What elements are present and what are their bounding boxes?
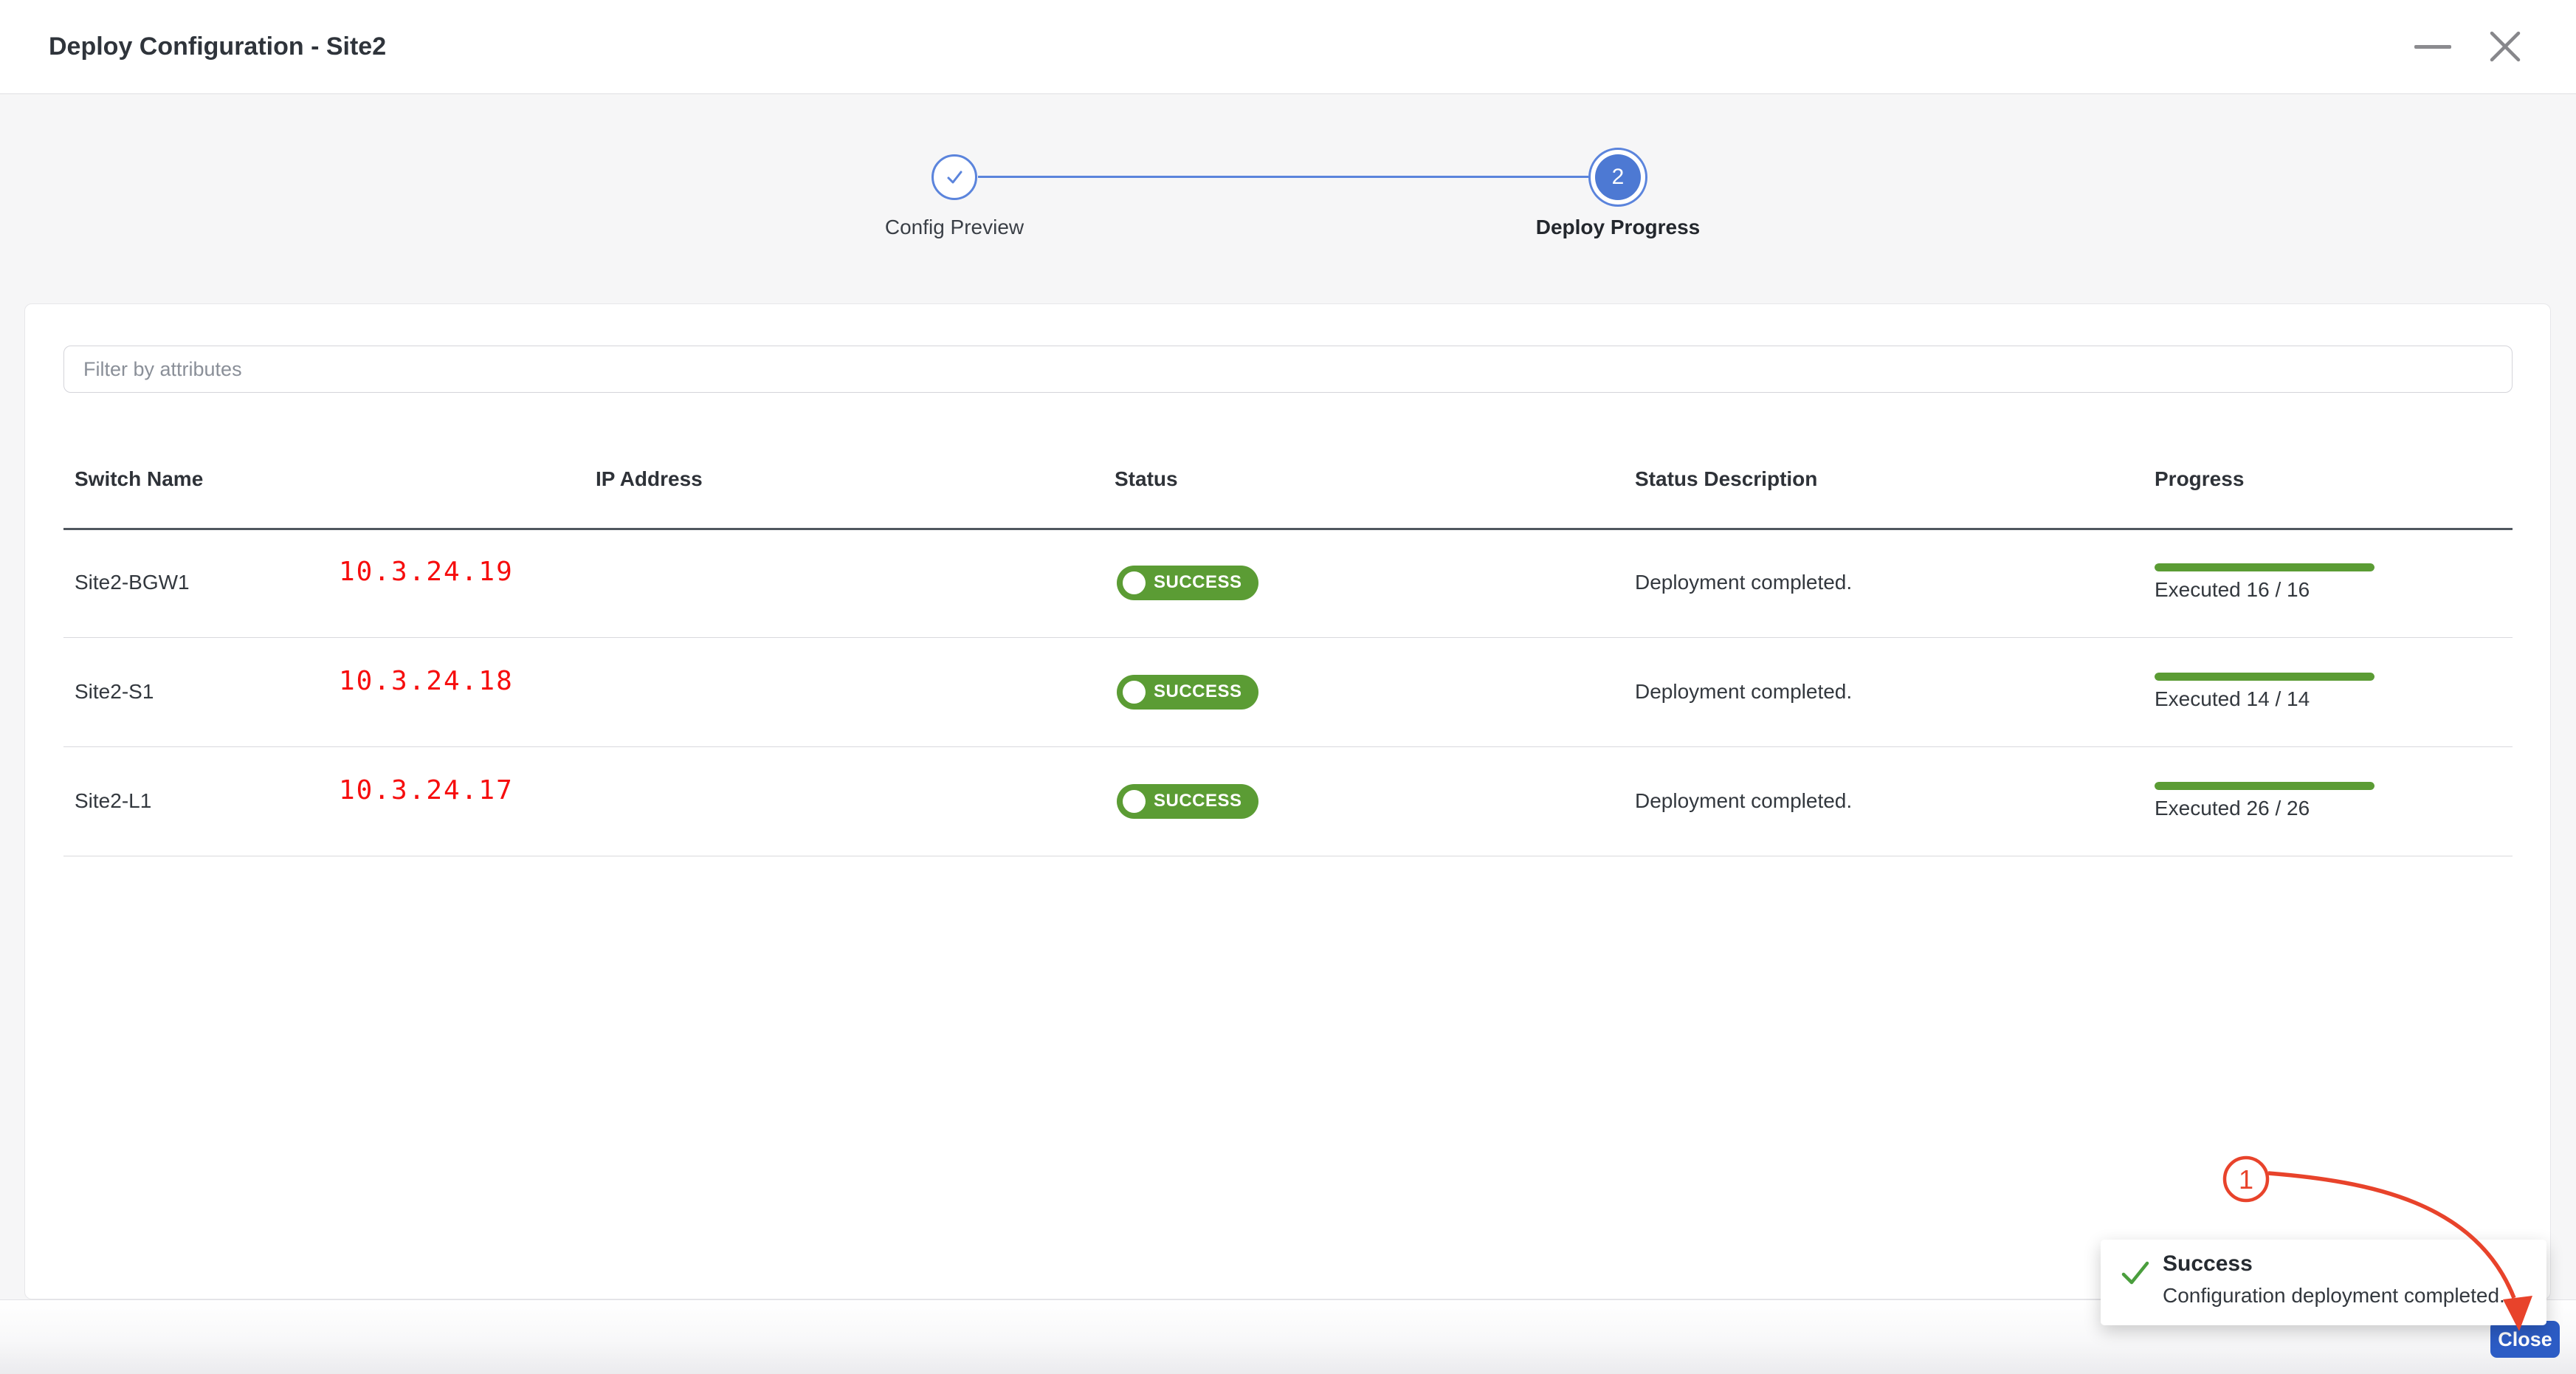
status-badge: SUCCESS bbox=[1117, 784, 1258, 819]
column-header-ip-address: IP Address bbox=[596, 430, 703, 528]
close-button[interactable]: Close bbox=[2490, 1321, 2560, 1358]
table-header-row: Switch Name IP Address Status Status Des… bbox=[25, 430, 2550, 528]
filter-input[interactable] bbox=[63, 346, 2513, 393]
ip-address-cell: 10.3.24.18 bbox=[339, 626, 514, 735]
step-number-badge: 2 bbox=[1595, 154, 1641, 200]
progress-bar bbox=[2155, 782, 2374, 790]
close-icon bbox=[2486, 27, 2524, 66]
check-icon bbox=[941, 164, 968, 190]
switch-name-cell: Site2-L1 bbox=[75, 746, 151, 856]
table-row: Site2-S1 10.3.24.18 SUCCESS Deployment c… bbox=[25, 637, 2550, 746]
progress-cell: Executed 26 / 26 bbox=[2155, 746, 2374, 856]
progress-label: Executed 14 / 14 bbox=[2155, 687, 2310, 711]
status-cell: SUCCESS bbox=[1117, 637, 1258, 746]
step-config-preview[interactable] bbox=[931, 154, 977, 200]
table-row: Site2-BGW1 10.3.24.19 SUCCESS Deployment… bbox=[25, 528, 2550, 637]
window-controls bbox=[2414, 0, 2524, 93]
success-toast[interactable]: Success Configuration deployment complet… bbox=[2101, 1240, 2546, 1325]
ip-address-cell: 10.3.24.17 bbox=[339, 735, 514, 845]
progress-cell: Executed 14 / 14 bbox=[2155, 637, 2374, 746]
toast-message: Configuration deployment completed. bbox=[2163, 1284, 2505, 1308]
page-title: Deploy Configuration - Site2 bbox=[49, 0, 386, 93]
stepper-connector bbox=[978, 176, 1588, 178]
status-description-cell: Deployment completed. bbox=[1635, 637, 1852, 746]
status-cell: SUCCESS bbox=[1117, 528, 1258, 637]
step-deploy-progress[interactable]: 2 bbox=[1588, 148, 1647, 207]
progress-label: Executed 16 / 16 bbox=[2155, 578, 2310, 602]
progress-cell: Executed 16 / 16 bbox=[2155, 528, 2374, 637]
column-header-switch-name: Switch Name bbox=[75, 430, 203, 528]
dialog-titlebar: Deploy Configuration - Site2 bbox=[0, 0, 2576, 95]
column-header-progress: Progress bbox=[2155, 430, 2244, 528]
status-dot-icon bbox=[1123, 790, 1146, 813]
status-badge: SUCCESS bbox=[1117, 675, 1258, 710]
column-header-status-description: Status Description bbox=[1635, 430, 1817, 528]
status-dot-icon bbox=[1123, 681, 1146, 704]
ip-address-cell: 10.3.24.19 bbox=[339, 517, 514, 626]
table-row: Site2-L1 10.3.24.17 SUCCESS Deployment c… bbox=[25, 746, 2550, 856]
progress-bar bbox=[2155, 673, 2374, 681]
status-description-cell: Deployment completed. bbox=[1635, 746, 1852, 856]
deploy-progress-card: Switch Name IP Address Status Status Des… bbox=[24, 303, 2551, 1299]
status-dot-icon bbox=[1123, 571, 1146, 594]
minimize-button[interactable] bbox=[2414, 27, 2452, 66]
step-label-config-preview: Config Preview bbox=[799, 216, 1109, 239]
minimize-icon bbox=[2414, 45, 2451, 49]
status-badge: SUCCESS bbox=[1117, 566, 1258, 600]
progress-bar bbox=[2155, 563, 2374, 571]
switch-name-cell: Site2-BGW1 bbox=[75, 528, 190, 637]
close-window-button[interactable] bbox=[2486, 27, 2524, 66]
status-description-cell: Deployment completed. bbox=[1635, 528, 1852, 637]
check-icon bbox=[2120, 1257, 2151, 1288]
column-header-status: Status bbox=[1115, 430, 1178, 528]
switch-name-cell: Site2-S1 bbox=[75, 637, 154, 746]
toast-title: Success bbox=[2163, 1251, 2253, 1277]
status-cell: SUCCESS bbox=[1117, 746, 1258, 856]
progress-label: Executed 26 / 26 bbox=[2155, 797, 2310, 820]
step-label-deploy-progress: Deploy Progress bbox=[1463, 216, 1773, 239]
